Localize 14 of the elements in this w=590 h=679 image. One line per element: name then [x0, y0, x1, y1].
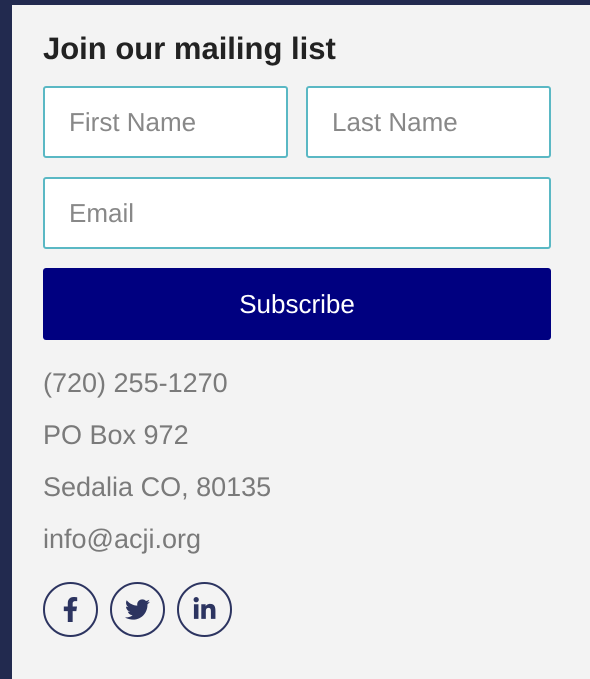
subscribe-button[interactable]: Subscribe	[43, 268, 551, 340]
bird-icon	[125, 597, 150, 622]
contact-text: Sedalia CO, 80135	[43, 472, 272, 503]
heading: Join our mailing list	[43, 31, 337, 67]
contact-text: (720) 255-1270	[43, 368, 229, 399]
social-link[interactable]	[43, 582, 98, 637]
input-field[interactable]: Email	[43, 177, 551, 249]
social-link[interactable]	[177, 582, 232, 637]
social-link[interactable]	[110, 582, 165, 637]
contact-text: PO Box 972	[43, 420, 190, 451]
contact-text: info@acji.org	[43, 524, 202, 555]
input-field[interactable]: Last Name	[306, 86, 551, 158]
in-logo-icon	[192, 597, 217, 622]
input-field[interactable]: First Name	[43, 86, 288, 158]
